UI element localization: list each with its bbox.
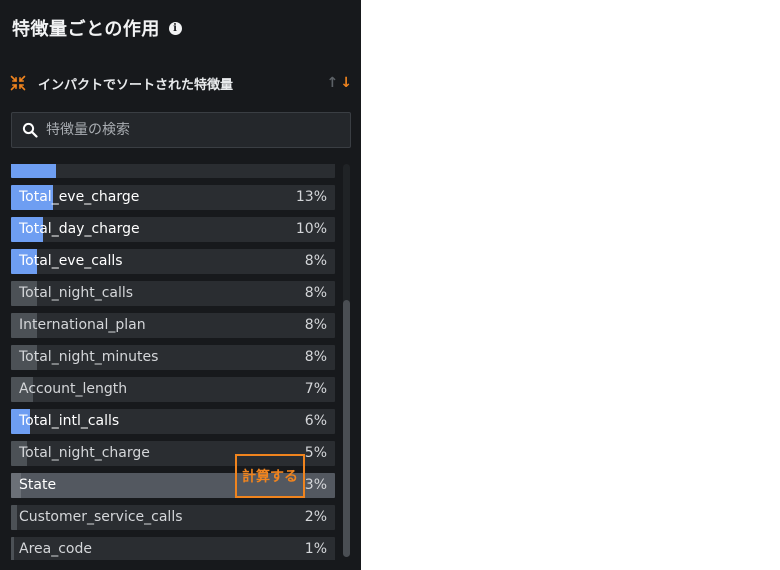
feature-name: Total_night_minutes	[19, 349, 159, 365]
feature-impact-percent: 13%	[295, 189, 327, 205]
feature-impact-percent: 6%	[304, 413, 327, 429]
feature-impact-percent: 8%	[304, 253, 327, 269]
feature-row[interactable]: Total_night_minutes 8%	[11, 345, 335, 370]
feature-list: Total_eve_charge 13% Total_day_charge 10% To…	[11, 164, 335, 560]
sort-header: インパクトでソートされた特徴量 ↑ ↓	[10, 72, 352, 94]
feature-impact-percent: 8%	[304, 349, 327, 365]
feature-row[interactable]: Total_night_calls 8%	[11, 281, 335, 306]
feature-row[interactable]	[11, 164, 335, 178]
feature-name: Total_eve_charge	[19, 189, 140, 205]
feature-name: Account_length	[19, 381, 128, 397]
impact-bar	[11, 505, 17, 530]
feature-row[interactable]: Total_intl_calls 6%	[11, 409, 335, 434]
feature-name: Total_intl_calls	[19, 413, 120, 429]
feature-name: Total_night_charge	[19, 445, 150, 461]
feature-row[interactable]: International_plan 8%	[11, 313, 335, 338]
scrollbar-thumb[interactable]	[343, 300, 350, 557]
search-icon	[22, 122, 38, 138]
feature-impact-percent: 3%	[304, 477, 327, 493]
sort-ascending-icon[interactable]: ↑	[327, 74, 339, 92]
feature-impact-percent: 5%	[304, 445, 327, 461]
sort-label: インパクトでソートされた特徴量	[38, 77, 234, 93]
feature-name: Total_day_charge	[19, 221, 140, 237]
feature-name: Total_night_calls	[19, 285, 134, 301]
collapse-arrows-icon[interactable]	[10, 75, 26, 91]
sort-descending-icon[interactable]: ↓	[340, 74, 352, 92]
feature-search-input[interactable]	[44, 121, 328, 139]
list-scrollbar[interactable]	[343, 164, 350, 557]
sort-direction-toggle[interactable]: ↑ ↓	[327, 74, 352, 92]
impact-bar	[11, 164, 56, 178]
feature-name: International_plan	[19, 317, 146, 333]
feature-impact-percent: 7%	[304, 381, 327, 397]
panel-title-row: 特徴量ごとの作用 i	[12, 15, 182, 41]
feature-impact-percent: 2%	[304, 509, 327, 525]
feature-row[interactable]: Total_day_charge 10%	[11, 217, 335, 242]
feature-row[interactable]: Total_eve_charge 13%	[11, 185, 335, 210]
feature-row[interactable]: Customer_service_calls 2%	[11, 505, 335, 530]
feature-name: State	[19, 477, 57, 493]
feature-impact-percent: 8%	[304, 285, 327, 301]
feature-effects-panel: 特徴量ごとの作用 i インパクトでソートされた特徴量 ↑ ↓ Total_eve…	[0, 0, 361, 570]
feature-search-box[interactable]	[11, 112, 351, 148]
feature-name: Customer_service_calls	[19, 509, 183, 525]
info-icon[interactable]: i	[168, 21, 182, 35]
panel-title: 特徴量ごとの作用	[12, 19, 160, 40]
feature-impact-percent: 10%	[295, 221, 327, 237]
feature-name: Total_eve_calls	[19, 253, 123, 269]
feature-impact-percent: 1%	[304, 541, 327, 557]
feature-row[interactable]: Total_eve_calls 8%	[11, 249, 335, 274]
feature-impact-percent: 8%	[304, 317, 327, 333]
feature-name: Area_code	[19, 541, 92, 557]
feature-row[interactable]: Area_code 1%	[11, 537, 335, 560]
impact-bar	[11, 537, 14, 560]
feature-row[interactable]: Account_length 7%	[11, 377, 335, 402]
compute-button[interactable]: 計算する	[235, 454, 305, 498]
